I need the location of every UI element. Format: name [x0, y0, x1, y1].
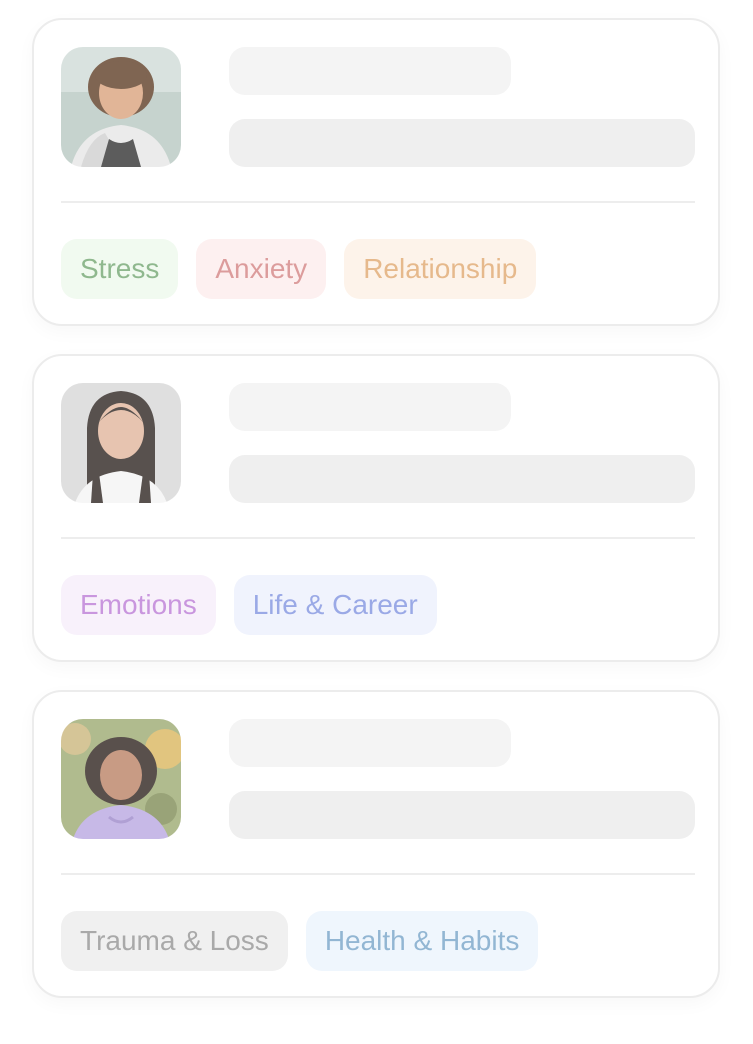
divider — [61, 873, 695, 875]
avatar-photo — [61, 719, 181, 839]
divider — [61, 201, 695, 203]
tag[interactable]: Stress — [61, 239, 179, 299]
title-placeholder — [229, 455, 695, 503]
tag[interactable]: Relationship — [344, 239, 537, 299]
avatar-photo — [61, 383, 181, 503]
tag[interactable]: Health & Habits — [305, 911, 539, 971]
name-placeholder — [229, 383, 511, 431]
tag[interactable]: Anxiety — [196, 239, 327, 299]
tag[interactable]: Life & Career — [233, 575, 437, 635]
title-placeholder — [229, 119, 695, 167]
avatar — [61, 383, 181, 503]
therapist-card[interactable]: Emotions Life & Career — [32, 354, 720, 662]
tag[interactable]: Trauma & Loss — [61, 911, 288, 971]
tag[interactable]: Emotions — [61, 575, 216, 635]
name-placeholder — [229, 47, 511, 95]
tag-list: Trauma & Loss Health & Habits — [61, 911, 539, 971]
avatar-photo — [61, 47, 181, 167]
avatar — [61, 719, 181, 839]
tag-list: Stress Anxiety Relationship — [61, 239, 537, 299]
divider — [61, 537, 695, 539]
tag-list: Emotions Life & Career — [61, 575, 437, 635]
avatar — [61, 47, 181, 167]
name-placeholder — [229, 719, 511, 767]
therapist-card[interactable]: Stress Anxiety Relationship — [32, 18, 720, 326]
therapist-card[interactable]: Trauma & Loss Health & Habits — [32, 690, 720, 998]
title-placeholder — [229, 791, 695, 839]
